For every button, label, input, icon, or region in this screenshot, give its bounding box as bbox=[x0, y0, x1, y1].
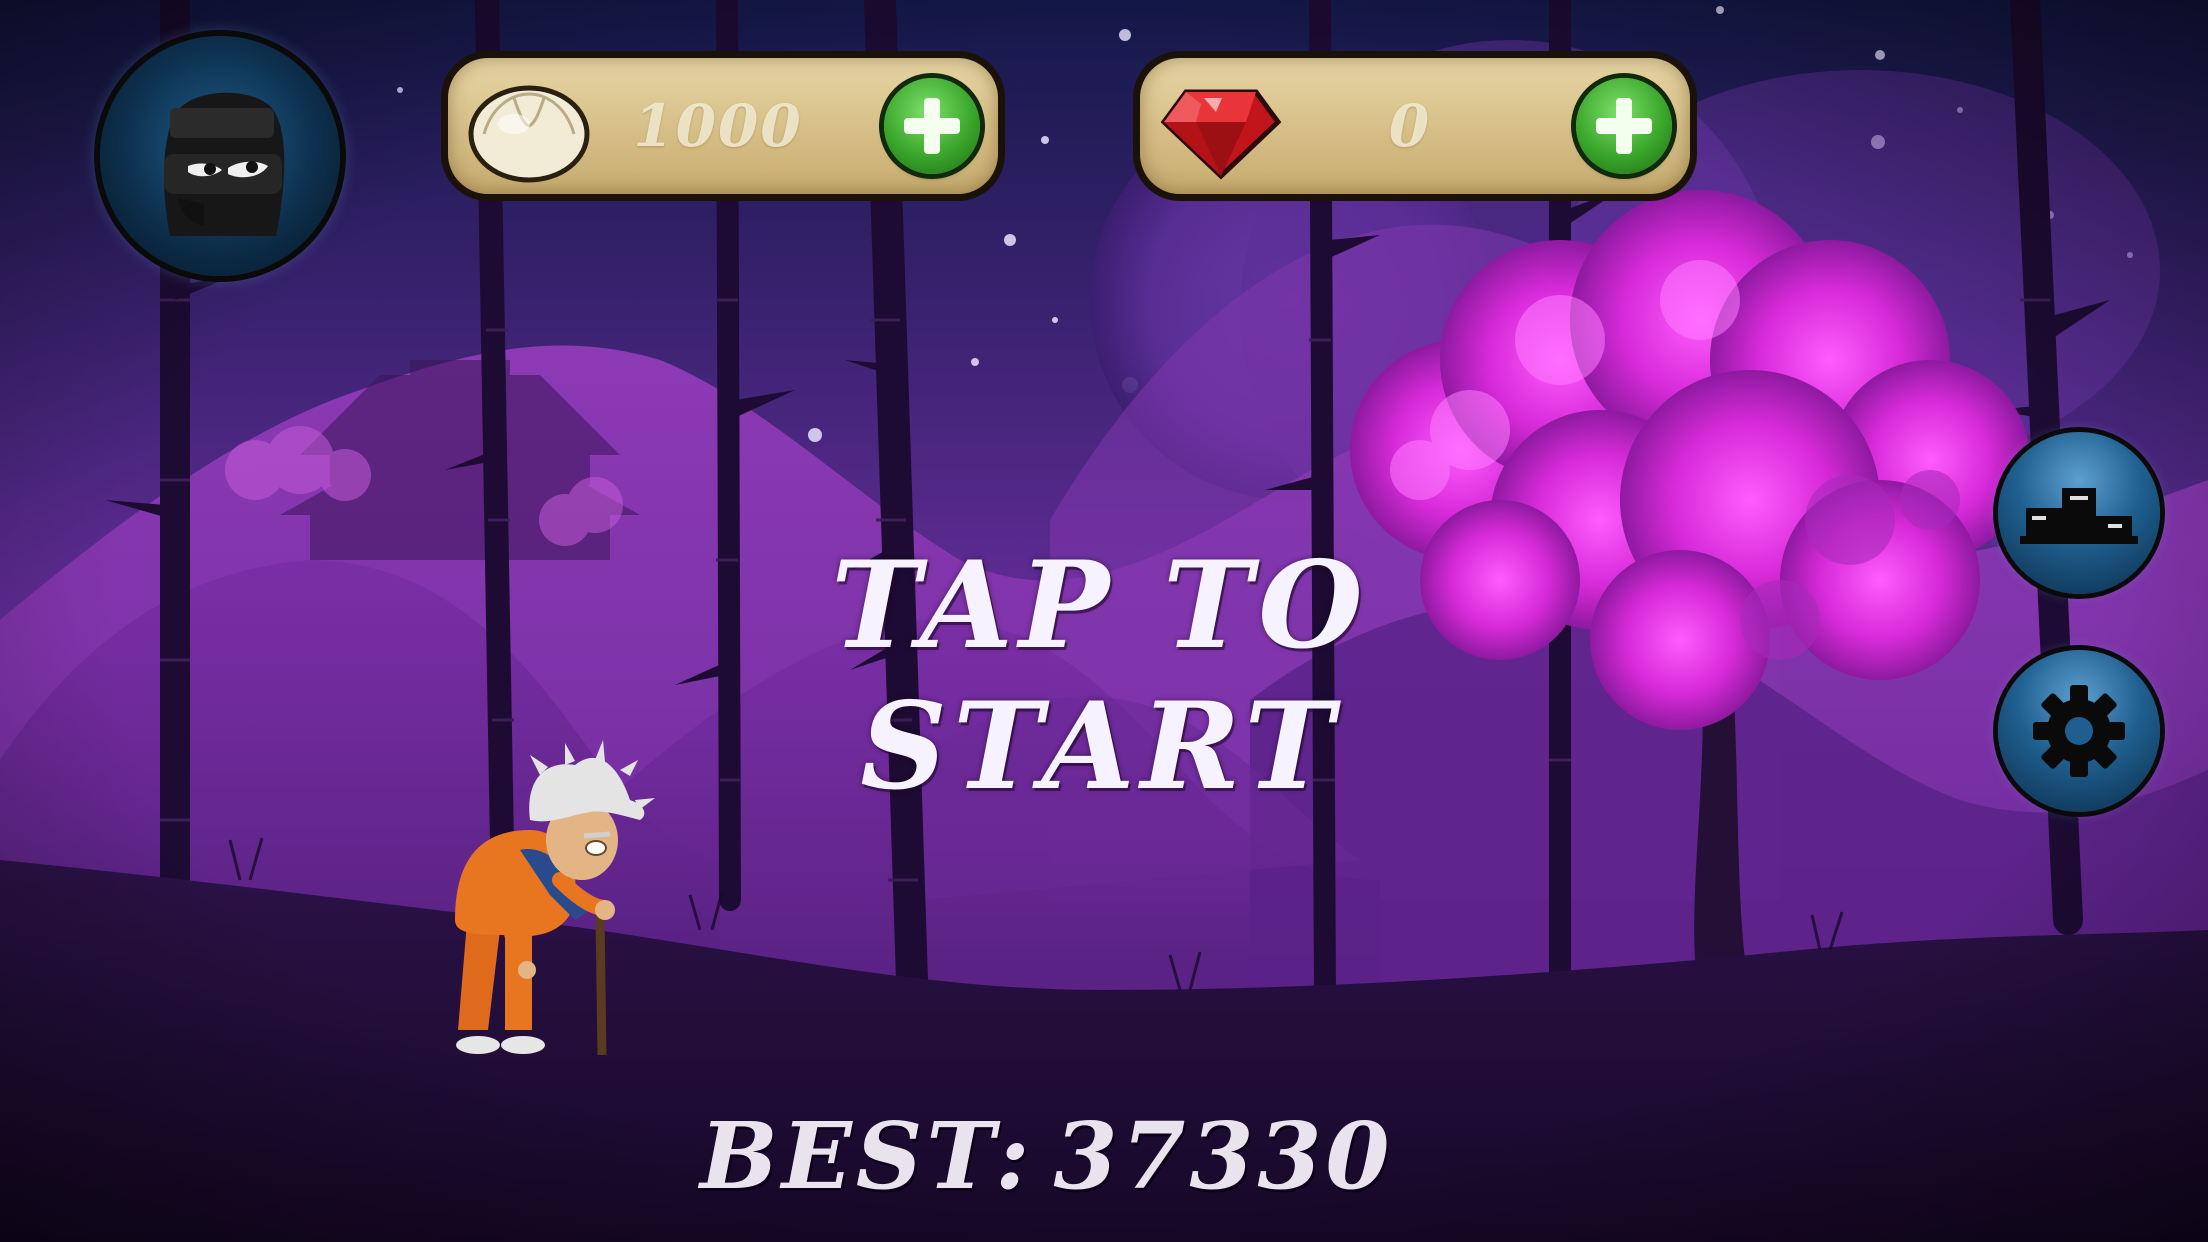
plus-icon bbox=[904, 98, 960, 154]
ninja-avatar-icon bbox=[164, 92, 285, 236]
gems-value: 0 bbox=[1388, 92, 1432, 160]
add-gems-button[interactable] bbox=[1576, 78, 1672, 174]
gems-counter: 0 bbox=[1140, 58, 1690, 194]
ninja-avatar-button[interactable] bbox=[100, 36, 340, 276]
gear-icon bbox=[2033, 685, 2125, 777]
tap-to-start-prompt[interactable]: TAP TO START bbox=[600, 535, 1600, 817]
settings-button[interactable] bbox=[1998, 650, 2160, 812]
best-score-label: BEST: bbox=[700, 1102, 1034, 1210]
game-screen[interactable]: 1000 0 TAP TO START BEST: 37330 bbox=[0, 0, 2208, 1242]
dumpling-icon bbox=[468, 85, 590, 183]
coins-value: 1000 bbox=[633, 92, 803, 160]
podium-icon bbox=[2020, 488, 2138, 544]
best-score: BEST: 37330 bbox=[700, 1102, 1400, 1210]
best-score-value: 37330 bbox=[1053, 1102, 1394, 1210]
add-coins-button[interactable] bbox=[884, 78, 980, 174]
leaderboard-button[interactable] bbox=[1998, 432, 2160, 594]
plus-icon bbox=[1596, 98, 1652, 154]
ruby-gem-icon bbox=[1160, 89, 1282, 180]
coins-counter: 1000 bbox=[448, 58, 998, 194]
